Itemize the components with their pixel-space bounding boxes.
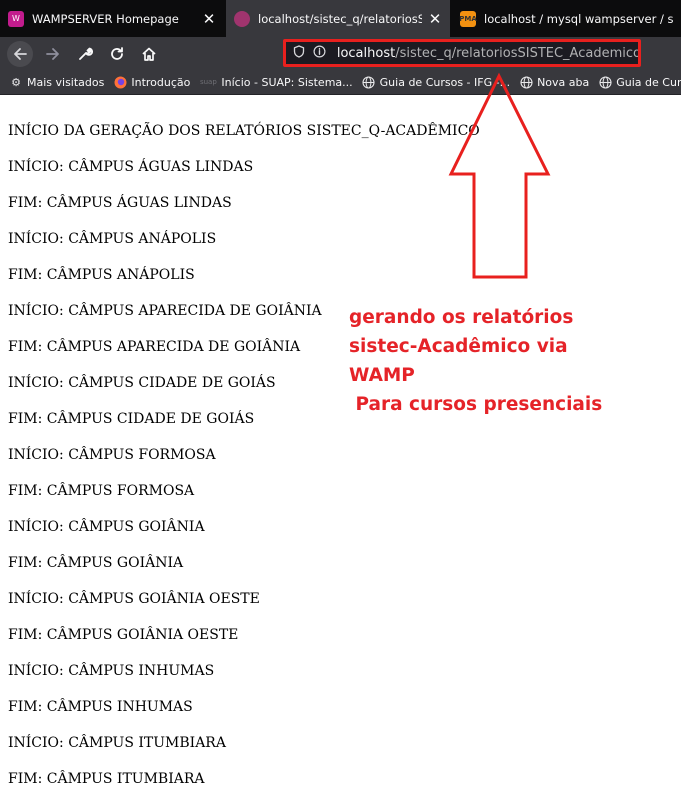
report-line: INÍCIO: CÂMPUS ÁGUAS LINDAS xyxy=(8,159,254,175)
info-icon[interactable] xyxy=(312,45,328,61)
bookmark-guia-cursos[interactable]: Guia de Cursos xyxy=(598,75,681,89)
report-line: INÍCIO DA GERAÇÃO DOS RELATÓRIOS SISTEC_… xyxy=(8,123,480,139)
globe-icon xyxy=(598,75,612,89)
report-line: INÍCIO: CÂMPUS GOIÂNIA OESTE xyxy=(8,591,260,607)
tab-title: WAMPSERVER Homepage xyxy=(32,11,179,26)
report-line: INÍCIO: CÂMPUS INHUMAS xyxy=(8,663,215,679)
bookmarks-toolbar: ⚙ Mais visitados Introdução suap Início … xyxy=(0,70,681,95)
tab-wampserver-homepage[interactable]: W WAMPSERVER Homepage ✕ xyxy=(0,0,224,37)
shield-icon[interactable] xyxy=(291,45,307,61)
gear-icon: ⚙ xyxy=(11,75,21,89)
annotation-line: gerando os relatórios xyxy=(349,307,574,328)
tab-title: localhost / mysql wampserver / sis xyxy=(484,11,673,26)
url-path: /sistec_q/relatoriosSISTEC_Academico.php xyxy=(395,45,638,61)
reload-button[interactable] xyxy=(104,41,130,67)
report-line: INÍCIO: CÂMPUS ITUMBIARA xyxy=(8,735,226,751)
tab-strip: W WAMPSERVER Homepage ✕ localhost/sistec… xyxy=(0,0,681,37)
firefox-icon xyxy=(113,75,127,89)
forward-button[interactable] xyxy=(40,41,66,67)
close-tab-icon[interactable]: ✕ xyxy=(202,10,216,28)
globe-icon xyxy=(362,75,376,89)
report-line: INÍCIO: CÂMPUS FORMOSA xyxy=(8,447,216,463)
back-button[interactable] xyxy=(7,41,33,67)
bookmark-label: Mais visitados xyxy=(27,75,105,89)
url-host: localhost xyxy=(336,45,396,61)
bookmark-suap[interactable]: suap Início - SUAP: Sistema... xyxy=(199,75,353,89)
wamp-icon xyxy=(234,10,250,27)
annotation-line: sistec-Acadêmico via xyxy=(349,336,568,357)
report-line: INÍCIO: CÂMPUS ANÁPOLIS xyxy=(8,231,217,247)
annotation-line: WAMP xyxy=(349,365,415,386)
report-line: FIM: CÂMPUS FORMOSA xyxy=(8,483,195,499)
suap-icon: suap xyxy=(199,78,217,86)
close-tab-icon[interactable]: ✕ xyxy=(428,10,442,28)
tab-phpmyadmin[interactable]: PMA localhost / mysql wampserver / sis xyxy=(452,0,681,37)
annotation-text: gerando os relatórios sistec-Acadêmico v… xyxy=(349,303,602,419)
annotation-line: Para cursos presenciais xyxy=(349,394,603,415)
report-line: FIM: CÂMPUS INHUMAS xyxy=(8,699,193,715)
report-line: FIM: CÂMPUS ANÁPOLIS xyxy=(8,267,195,283)
home-button[interactable] xyxy=(136,41,162,67)
home-icon xyxy=(142,47,156,61)
report-line: INÍCIO: CÂMPUS GOIÂNIA xyxy=(8,519,205,535)
report-line: FIM: CÂMPUS GOIÂNIA OESTE xyxy=(8,627,239,643)
bookmark-mais-visitados[interactable]: ⚙ Mais visitados xyxy=(9,75,104,89)
page-content: INÍCIO DA GERAÇÃO DOS RELATÓRIOS SISTEC_… xyxy=(8,113,668,797)
wrench-icon xyxy=(79,47,93,60)
report-line: FIM: CÂMPUS ÁGUAS LINDAS xyxy=(8,195,232,211)
reload-icon xyxy=(111,47,123,60)
report-line: FIM: CÂMPUS GOIÂNIA xyxy=(8,555,184,571)
tab-relatorios-sistec[interactable]: localhost/sistec_q/relatoriosSISTEC ✕ xyxy=(226,0,450,37)
phpmyadmin-icon: PMA xyxy=(459,10,477,27)
customize-button[interactable] xyxy=(72,41,98,67)
bookmark-introducao[interactable]: Introdução xyxy=(113,75,190,89)
report-line: FIM: CÂMPUS ITUMBIARA xyxy=(8,771,205,787)
tab-title: localhost/sistec_q/relatoriosSISTEC xyxy=(258,11,422,26)
bookmark-label: Guia de Cursos xyxy=(616,75,681,89)
bookmark-label: Início - SUAP: Sistema... xyxy=(221,75,353,89)
bookmark-label: Introdução xyxy=(131,75,191,89)
address-bar[interactable]: localhost/sistec_q/relatoriosSISTEC_Acad… xyxy=(283,39,641,67)
arrow-right-icon xyxy=(46,48,59,60)
wamp-icon: W xyxy=(8,10,24,27)
arrow-left-icon xyxy=(14,48,27,60)
annotation-arrow-icon xyxy=(448,72,551,279)
